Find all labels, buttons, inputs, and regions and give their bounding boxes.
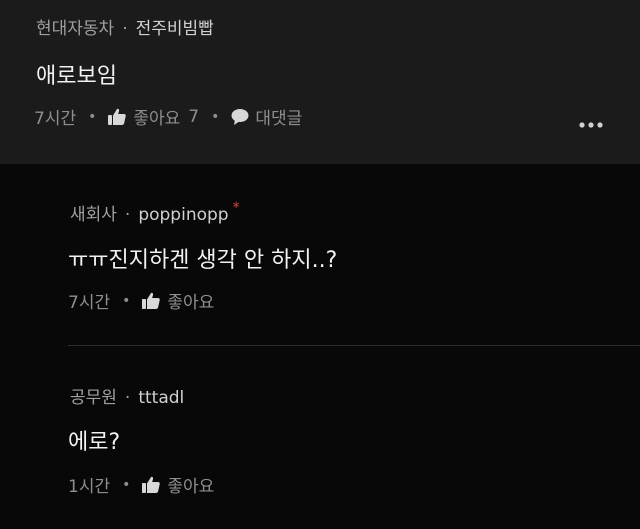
author-name[interactable]: tttadl — [138, 388, 184, 408]
reply-button[interactable]: 대댓글 — [231, 104, 302, 129]
footer-separator: • — [211, 108, 220, 125]
footer-separator: • — [88, 108, 97, 125]
like-button[interactable]: 좋아요 7 — [108, 104, 199, 129]
author-company: 현대자동차 — [36, 19, 115, 39]
comment-time: 1시간 — [68, 477, 111, 497]
comment-time: 7시간 — [68, 293, 111, 313]
author-company: 공무원 — [70, 388, 117, 408]
footer-separator: • — [122, 292, 131, 309]
like-button[interactable]: 좋아요 — [142, 472, 214, 497]
comment-meta: 공무원 · tttadl — [70, 383, 184, 408]
footer-separator: • — [122, 476, 131, 493]
comment-time: 7시간 — [34, 109, 77, 129]
thumbs-up-icon — [108, 108, 127, 125]
comment-text: 애로보임 — [36, 64, 117, 89]
reply-label: 대댓글 — [255, 109, 303, 129]
like-label: 좋아요 — [167, 293, 215, 313]
thumbs-up-icon — [142, 476, 161, 493]
like-label: 좋아요 — [167, 477, 215, 497]
meta-separator: · — [124, 205, 131, 225]
meta-separator: · — [122, 19, 128, 39]
comment-footer: 7시간 • 좋아요 — [68, 288, 214, 314]
reply-divider — [68, 345, 640, 346]
speech-bubble-icon — [231, 108, 249, 125]
comment-meta: 현대자동차 · 전주비빔빱 — [36, 14, 214, 39]
more-dots-icon — [576, 113, 610, 133]
author-badge: * — [232, 200, 240, 216]
comment-text: ㅠㅠ진지하겐 생각 안 하지..? — [68, 248, 338, 273]
like-label: 좋아요 — [133, 109, 181, 129]
author-company: 새회사 — [70, 205, 117, 225]
like-count: 7 — [188, 106, 200, 127]
comment-thread: 현대자동차 · 전주비빔빱 애로보임 7시간 • 좋아요 7 • 대댓글 새회사… — [0, 0, 640, 529]
author-name[interactable]: poppinopp — [138, 205, 228, 225]
author-name[interactable]: 전주비빔빱 — [136, 19, 214, 39]
more-button[interactable] — [576, 112, 610, 132]
like-button[interactable]: 좋아요 — [142, 288, 214, 313]
comment-footer: 7시간 • 좋아요 7 • 대댓글 — [34, 104, 302, 130]
comment-text: 에로? — [68, 430, 121, 455]
comment-main: 현대자동차 · 전주비빔빱 애로보임 7시간 • 좋아요 7 • 대댓글 — [0, 0, 640, 164]
meta-separator: · — [124, 388, 131, 408]
comment-footer: 1시간 • 좋아요 — [68, 472, 214, 498]
thumbs-up-icon — [142, 292, 161, 309]
comment-meta: 새회사 · poppinopp * — [70, 200, 240, 225]
